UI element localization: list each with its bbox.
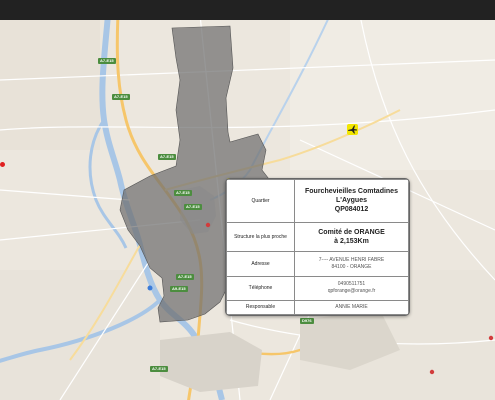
responsable-name: ANNIE MARIE (335, 303, 368, 310)
map-area-northeast (290, 20, 495, 170)
red-marker-3 (488, 335, 494, 341)
top-bar (0, 0, 495, 20)
quartier-name: Fourchevieilles Comtadines L'Aygues (305, 188, 398, 205)
address-line-2: 84100 - ORANGE (331, 264, 372, 271)
info-value: ANNIE MARIE (294, 299, 409, 315)
road-shield: A7-E15 (158, 154, 176, 160)
info-table: Quartier Fourchevieilles Comtadines L'Ay… (226, 179, 409, 315)
quartier-code: QP084012 (334, 206, 369, 214)
map-area-west (0, 20, 100, 150)
road-shield: A9-E15 (170, 286, 188, 292)
map-area-southwest (0, 270, 160, 400)
road-shield: D976 (300, 318, 314, 324)
road-shield: A7-E15 (150, 366, 168, 372)
info-value: Comité de ORANGE à 2,153Km (294, 221, 409, 253)
address-line-1: 7---- AVENUE HENRI FABRE (318, 257, 385, 264)
road-shield: A7-E15 (98, 58, 116, 64)
info-label: Responsable (226, 299, 295, 315)
info-label: Téléphone (226, 275, 295, 301)
info-card[interactable]: Quartier Fourchevieilles Comtadines L'Ay… (225, 178, 410, 316)
email-address[interactable]: qpforange@orange.fr (297, 288, 406, 295)
road-shield: A7-E15 (176, 274, 194, 280)
road-shield: A7-E15 (184, 204, 202, 210)
info-value: 0490511751 qpforange@orange.fr (294, 275, 409, 301)
blue-marker-1 (147, 285, 153, 291)
info-label: Quartier (226, 179, 295, 223)
info-label: Adresse (226, 251, 295, 277)
info-row-telephone: Téléphone 0490511751 qpforange@orange.fr (226, 275, 409, 301)
info-value: 7---- AVENUE HENRI FABRE 84100 - ORANGE (294, 251, 409, 277)
info-row-responsable: Responsable ANNIE MARIE (226, 299, 409, 315)
info-row-quartier: Quartier Fourchevieilles Comtadines L'Ay… (226, 179, 409, 223)
structure-name: Comité de ORANGE (318, 229, 385, 237)
airport-icon[interactable] (347, 124, 358, 135)
red-marker-2 (429, 369, 435, 375)
phone-number[interactable]: 0490511751 (297, 281, 406, 288)
location-pin-icon[interactable] (0, 162, 5, 167)
screenshot-frame: A7-E15 A7-E15 A7-E15 A7-E15 A7-E15 A7-E1… (0, 0, 495, 400)
structure-distance: à 2,153Km (334, 238, 369, 246)
info-row-structure: Structure la plus proche Comité de ORANG… (226, 221, 409, 253)
road-shield: A7-E15 (174, 190, 192, 196)
info-row-adresse: Adresse 7---- AVENUE HENRI FABRE 84100 -… (226, 251, 409, 277)
info-value: Fourchevieilles Comtadines L'Aygues QP08… (294, 179, 409, 223)
road-shield: A7-E15 (112, 94, 130, 100)
red-marker-1 (205, 222, 211, 228)
info-label: Structure la plus proche (226, 221, 295, 253)
